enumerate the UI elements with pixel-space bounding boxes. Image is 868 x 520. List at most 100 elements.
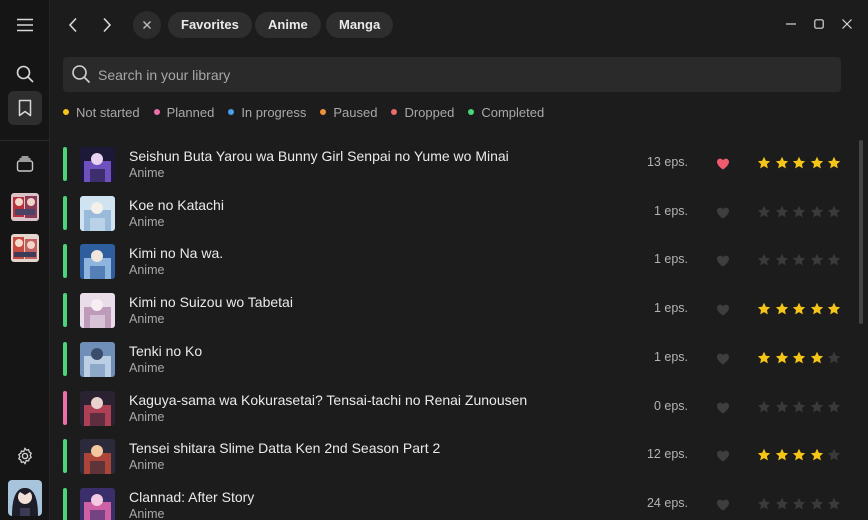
forward-button[interactable] xyxy=(93,11,121,39)
item-title[interactable]: Tensei shitara Slime Datta Ken 2nd Seaso… xyxy=(129,440,440,456)
star-icon[interactable] xyxy=(810,205,824,219)
item-title[interactable]: Kimi no Na wa. xyxy=(129,245,223,261)
recent-item-thumbnail[interactable] xyxy=(11,193,39,221)
sidebar xyxy=(0,0,50,520)
star-icon[interactable] xyxy=(827,351,841,365)
heart-icon xyxy=(717,353,729,365)
star-icon[interactable] xyxy=(810,400,824,414)
star-icon[interactable] xyxy=(757,156,771,170)
filter-pill-favorites[interactable]: Favorites xyxy=(168,12,252,38)
item-title[interactable]: Kimi no Suizou wo Tabetai xyxy=(129,294,293,310)
library-row[interactable]: Kimi no Suizou wo Tabetai Anime 1 eps. xyxy=(50,286,858,334)
star-icon[interactable] xyxy=(792,497,806,511)
rating-stars[interactable] xyxy=(757,351,845,365)
item-title[interactable]: Koe no Katachi xyxy=(129,197,224,213)
star-icon[interactable] xyxy=(810,156,824,170)
star-icon[interactable] xyxy=(775,351,789,365)
favorite-button[interactable] xyxy=(716,498,730,512)
favorite-button[interactable] xyxy=(716,352,730,366)
favorite-button[interactable] xyxy=(716,449,730,463)
star-icon[interactable] xyxy=(792,351,806,365)
star-icon[interactable] xyxy=(827,205,841,219)
status-indicator xyxy=(63,293,67,328)
library-row[interactable]: Kaguya-sama wa Kokurasetai? Tensai-tachi… xyxy=(50,384,858,432)
star-icon[interactable] xyxy=(757,400,771,414)
library-nav-button[interactable] xyxy=(8,91,42,125)
star-icon[interactable] xyxy=(792,400,806,414)
recent-item-thumbnail[interactable] xyxy=(11,234,39,262)
star-icon[interactable] xyxy=(827,302,841,316)
star-icon[interactable] xyxy=(792,253,806,267)
star-icon[interactable] xyxy=(810,497,824,511)
topbar: Favorites Anime Manga xyxy=(50,0,868,50)
library-row[interactable]: Koe no Katachi Anime 1 eps. xyxy=(50,189,858,237)
window-close-button[interactable] xyxy=(836,13,858,35)
star-icon[interactable] xyxy=(775,253,789,267)
library-row[interactable]: Tensei shitara Slime Datta Ken 2nd Seaso… xyxy=(50,432,858,480)
star-icon[interactable] xyxy=(827,253,841,267)
item-title[interactable]: Clannad: After Story xyxy=(129,489,254,505)
star-icon[interactable] xyxy=(757,448,771,462)
rating-stars[interactable] xyxy=(757,302,845,316)
star-icon[interactable] xyxy=(775,156,789,170)
rating-stars[interactable] xyxy=(757,253,845,267)
star-icon[interactable] xyxy=(775,302,789,316)
item-title[interactable]: Kaguya-sama wa Kokurasetai? Tensai-tachi… xyxy=(129,392,527,408)
search-nav-button[interactable] xyxy=(8,57,42,91)
star-icon[interactable] xyxy=(827,156,841,170)
favorite-button[interactable] xyxy=(716,206,730,220)
star-icon[interactable] xyxy=(810,351,824,365)
favorite-button[interactable] xyxy=(716,254,730,268)
item-title[interactable]: Seishun Buta Yarou wa Bunny Girl Senpai … xyxy=(129,148,509,164)
star-icon[interactable] xyxy=(810,253,824,267)
library-row[interactable]: Seishun Buta Yarou wa Bunny Girl Senpai … xyxy=(50,140,858,188)
star-icon[interactable] xyxy=(792,302,806,316)
minimize-icon xyxy=(786,23,796,25)
menu-button[interactable] xyxy=(8,8,42,42)
favorite-button[interactable] xyxy=(716,157,730,171)
clear-filter-button[interactable] xyxy=(133,11,161,39)
library-row[interactable]: Tenki no Ko Anime 1 eps. xyxy=(50,335,858,383)
rating-stars[interactable] xyxy=(757,205,845,219)
back-button[interactable] xyxy=(59,11,87,39)
rating-stars[interactable] xyxy=(757,400,845,414)
collections-button[interactable] xyxy=(8,147,42,181)
item-title[interactable]: Tenki no Ko xyxy=(129,343,202,359)
star-icon[interactable] xyxy=(757,351,771,365)
filter-pill-manga[interactable]: Manga xyxy=(326,12,394,38)
legend-label: Completed xyxy=(481,104,545,120)
search-bar[interactable] xyxy=(63,57,841,92)
episode-count: 24 eps. xyxy=(646,495,688,510)
star-icon[interactable] xyxy=(757,253,771,267)
minimize-button[interactable] xyxy=(780,13,802,35)
search-input[interactable] xyxy=(98,57,798,92)
rating-stars[interactable] xyxy=(757,448,845,462)
library-row[interactable]: Kimi no Na wa. Anime 1 eps. xyxy=(50,237,858,285)
star-icon[interactable] xyxy=(827,497,841,511)
maximize-button[interactable] xyxy=(808,13,830,35)
filter-pill-anime[interactable]: Anime xyxy=(255,12,321,38)
library-row[interactable]: Clannad: After Story Anime 24 eps. xyxy=(50,481,858,520)
star-icon[interactable] xyxy=(775,205,789,219)
rating-stars[interactable] xyxy=(757,497,845,511)
settings-button[interactable] xyxy=(8,439,42,473)
star-icon[interactable] xyxy=(810,448,824,462)
user-avatar[interactable] xyxy=(8,480,42,516)
star-icon[interactable] xyxy=(775,497,789,511)
star-icon[interactable] xyxy=(792,448,806,462)
star-icon[interactable] xyxy=(792,156,806,170)
star-icon[interactable] xyxy=(757,302,771,316)
star-icon[interactable] xyxy=(827,400,841,414)
scrollbar[interactable] xyxy=(859,140,863,324)
star-icon[interactable] xyxy=(757,497,771,511)
episode-count: 13 eps. xyxy=(646,155,688,169)
star-icon[interactable] xyxy=(775,448,789,462)
star-icon[interactable] xyxy=(810,302,824,316)
favorite-button[interactable] xyxy=(716,401,730,415)
star-icon[interactable] xyxy=(827,448,841,462)
star-icon[interactable] xyxy=(775,400,789,414)
rating-stars[interactable] xyxy=(757,156,845,170)
star-icon[interactable] xyxy=(757,205,771,219)
favorite-button[interactable] xyxy=(716,303,730,317)
star-icon[interactable] xyxy=(792,205,806,219)
